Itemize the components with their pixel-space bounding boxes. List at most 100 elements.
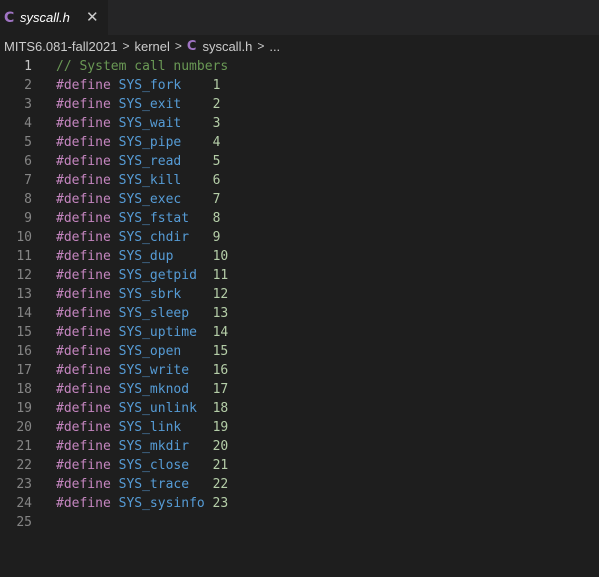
code-line[interactable]: 12 #define SYS_getpid 11 (0, 266, 599, 285)
line-number: 23 (16, 477, 32, 492)
chevron-right-icon: > (174, 39, 182, 53)
macro-name: SYS_write (118, 363, 190, 378)
line-number: 10 (16, 230, 32, 245)
line-code: #define SYS_sbrk 12 (56, 285, 228, 304)
define-keyword: #define (56, 249, 111, 264)
macro-name: SYS_mkdir (118, 439, 190, 454)
code-line[interactable]: 18 #define SYS_mknod 17 (0, 380, 599, 399)
line-code: #define SYS_mknod 17 (56, 380, 228, 399)
code-line[interactable]: 8 #define SYS_exec 7 (0, 190, 599, 209)
macro-name: SYS_sbrk (118, 287, 182, 302)
macro-name: SYS_uptime (118, 325, 197, 340)
macro-name: SYS_pipe (118, 135, 182, 150)
code-line[interactable]: 25 (0, 513, 599, 532)
macro-name: SYS_wait (118, 116, 182, 131)
macro-name: SYS_sysinfo (118, 496, 205, 511)
code-line[interactable]: 19 #define SYS_unlink 18 (0, 399, 599, 418)
macro-value: 20 (212, 439, 229, 454)
code-line[interactable]: 14 #define SYS_sleep 13 (0, 304, 599, 323)
define-keyword: #define (56, 135, 111, 150)
macro-name: SYS_kill (118, 173, 182, 188)
code-line[interactable]: 7 #define SYS_kill 6 (0, 171, 599, 190)
code-line[interactable]: 6 #define SYS_read 5 (0, 152, 599, 171)
chevron-right-icon: > (122, 39, 130, 53)
code-line[interactable]: 1 // System call numbers (0, 57, 599, 76)
line-number: 7 (24, 173, 32, 188)
line-code: #define SYS_sysinfo 23 (56, 494, 228, 513)
line-code: #define SYS_unlink 18 (56, 399, 228, 418)
define-keyword: #define (56, 154, 111, 169)
line-code: #define SYS_uptime 14 (56, 323, 228, 342)
code-line[interactable]: 23 #define SYS_trace 22 (0, 475, 599, 494)
macro-name: SYS_unlink (118, 401, 197, 416)
line-number: 11 (16, 249, 32, 264)
define-keyword: #define (56, 382, 111, 397)
code-line[interactable]: 10 #define SYS_chdir 9 (0, 228, 599, 247)
line-code: #define SYS_sleep 13 (56, 304, 228, 323)
close-icon[interactable]: ✕ (86, 8, 99, 26)
macro-name: SYS_fork (118, 78, 182, 93)
macro-name: SYS_close (118, 458, 190, 473)
line-number: 3 (24, 97, 32, 112)
line-number: 18 (16, 382, 32, 397)
line-code: // System call numbers (56, 57, 228, 76)
code-line[interactable]: 24 #define SYS_sysinfo 23 (0, 494, 599, 513)
code-line[interactable]: 17 #define SYS_write 16 (0, 361, 599, 380)
line-number: 4 (24, 116, 32, 131)
line-number: 20 (16, 420, 32, 435)
line-number: 1 (24, 59, 32, 74)
define-keyword: #define (56, 268, 111, 283)
line-code: #define SYS_close 21 (56, 456, 228, 475)
define-keyword: #define (56, 173, 111, 188)
tab-syscall-h[interactable]: C syscall.h ✕ (0, 0, 109, 35)
macro-value: 10 (212, 249, 229, 264)
macro-value: 4 (212, 135, 221, 150)
code-editor[interactable]: 1 // System call numbers 2 #define SYS_fork… (0, 57, 599, 577)
line-code: #define SYS_kill 6 (56, 171, 220, 190)
line-number: 22 (16, 458, 32, 473)
code-line[interactable]: 20 #define SYS_link 19 (0, 418, 599, 437)
breadcrumb-folder-root[interactable]: MITS6.081-fall2021 (4, 39, 117, 54)
macro-value: 19 (212, 420, 229, 435)
define-keyword: #define (56, 325, 111, 340)
tab-bar: C syscall.h ✕ (0, 0, 599, 35)
breadcrumb-file[interactable]: syscall.h (202, 39, 252, 54)
line-number: 21 (16, 439, 32, 454)
code-line[interactable]: 2 #define SYS_fork 1 (0, 76, 599, 95)
code-line[interactable]: 5 #define SYS_pipe 4 (0, 133, 599, 152)
code-line[interactable]: 22 #define SYS_close 21 (0, 456, 599, 475)
define-keyword: #define (56, 78, 111, 93)
macro-value: 3 (212, 116, 221, 131)
macro-value: 12 (212, 287, 229, 302)
code-comment: // System call numbers (56, 59, 229, 74)
code-line[interactable]: 3 #define SYS_exit 2 (0, 95, 599, 114)
macro-value: 23 (212, 496, 229, 511)
macro-name: SYS_open (118, 344, 182, 359)
code-line[interactable]: 4 #define SYS_wait 3 (0, 114, 599, 133)
define-keyword: #define (56, 458, 111, 473)
define-keyword: #define (56, 306, 111, 321)
line-code: #define SYS_exit 2 (56, 95, 220, 114)
line-code: #define SYS_pipe 4 (56, 133, 220, 152)
macro-value: 13 (212, 306, 229, 321)
macro-value: 17 (212, 382, 229, 397)
code-line[interactable]: 9 #define SYS_fstat 8 (0, 209, 599, 228)
line-number: 9 (24, 211, 32, 226)
macro-value: 16 (212, 363, 229, 378)
macro-name: SYS_dup (118, 249, 174, 264)
code-line[interactable]: 16 #define SYS_open 15 (0, 342, 599, 361)
define-keyword: #define (56, 192, 111, 207)
tab-filename: syscall.h (20, 10, 70, 25)
macro-name: SYS_fstat (118, 211, 190, 226)
code-line[interactable]: 15 #define SYS_uptime 14 (0, 323, 599, 342)
define-keyword: #define (56, 230, 111, 245)
code-line[interactable]: 11 #define SYS_dup 10 (0, 247, 599, 266)
c-file-icon: C (4, 9, 15, 26)
breadcrumb-folder-kernel[interactable]: kernel (134, 39, 169, 54)
define-keyword: #define (56, 401, 111, 416)
macro-value: 11 (212, 268, 229, 283)
macro-value: 7 (212, 192, 221, 207)
code-line[interactable]: 13 #define SYS_sbrk 12 (0, 285, 599, 304)
breadcrumb-symbols[interactable]: ... (269, 39, 280, 54)
code-line[interactable]: 21 #define SYS_mkdir 20 (0, 437, 599, 456)
